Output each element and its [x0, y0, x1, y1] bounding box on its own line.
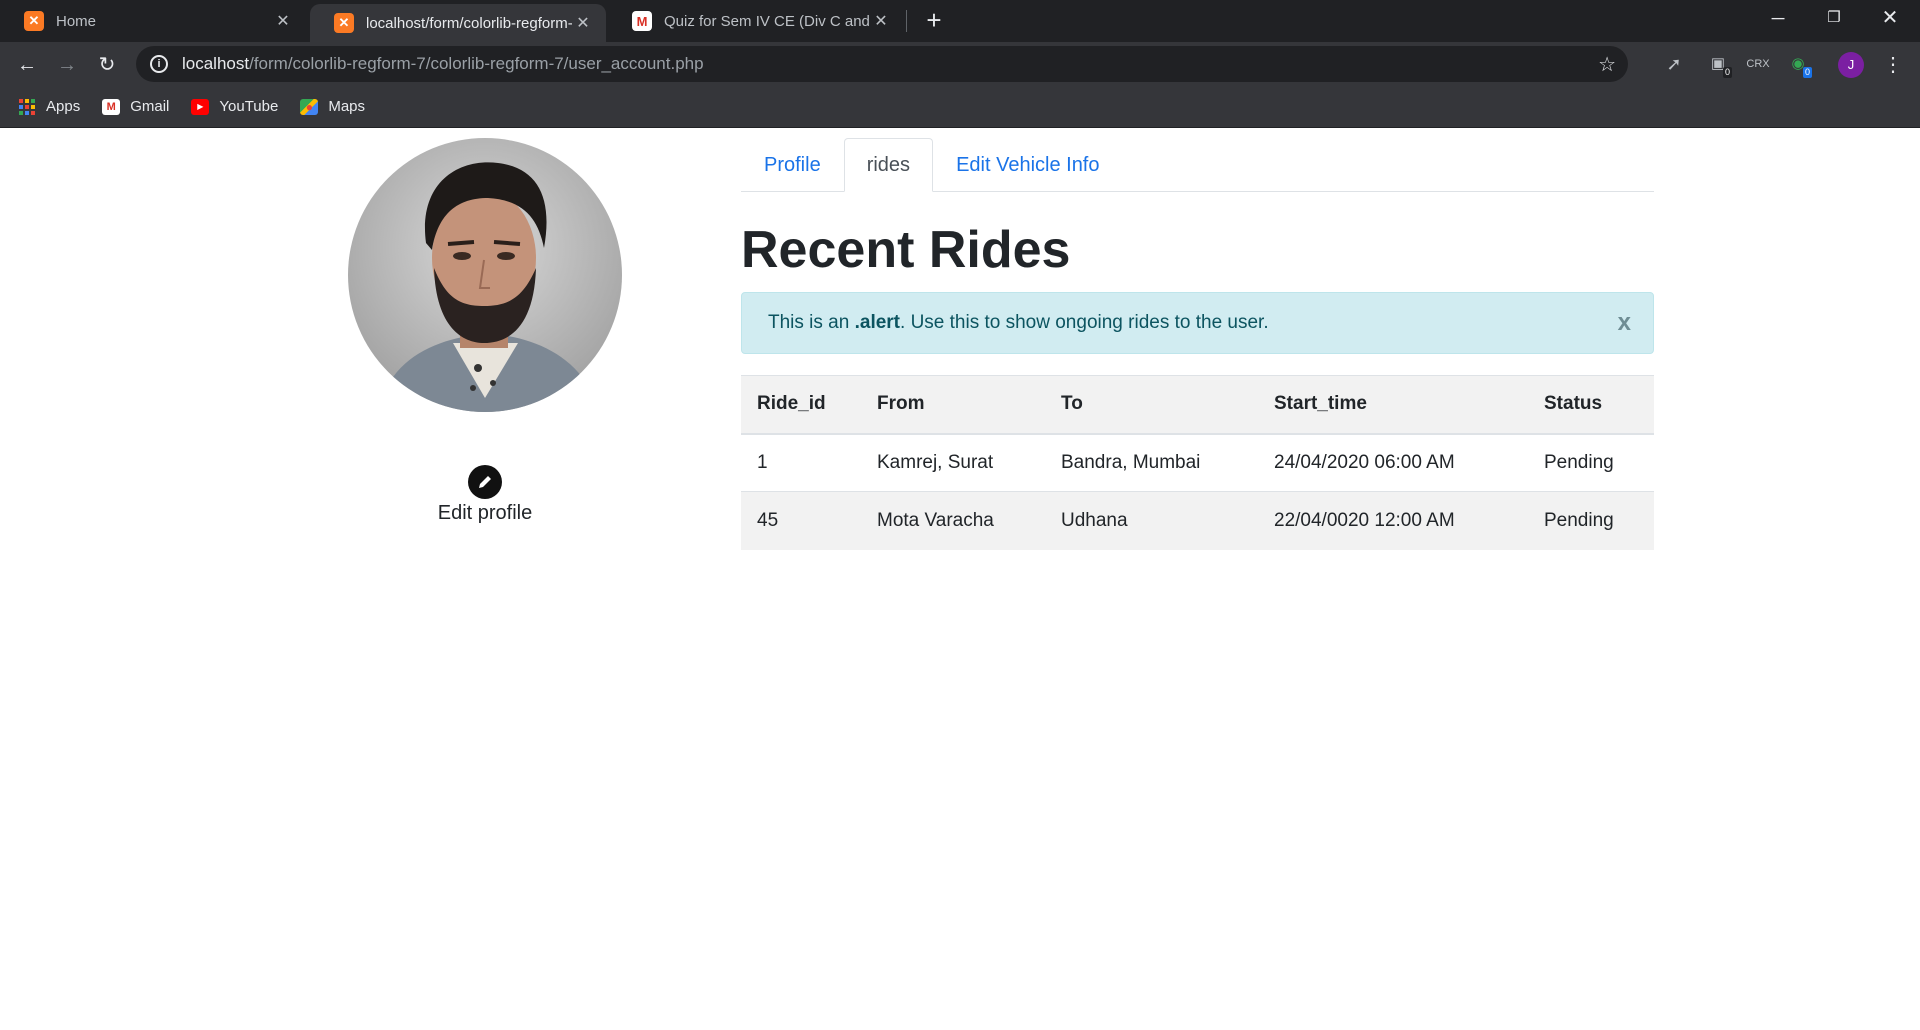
url-host: localhost [182, 54, 250, 73]
alert-text-suffix: . Use this to show ongoing rides to the … [900, 312, 1269, 333]
cell-ride-id: 1 [741, 433, 861, 492]
column-header-ride-id: Ride_id [741, 375, 861, 435]
browser-tab-home[interactable]: ✕ Home ✕ [0, 0, 306, 42]
table-row: 45 Mota Varacha Udhana 22/04/0020 12:00 … [741, 491, 1654, 550]
cell-status: Pending [1528, 433, 1654, 492]
alert-text-prefix: This is an [768, 312, 855, 333]
cell-from: Kamrej, Surat [861, 433, 1045, 492]
gmail-favicon-icon: M [632, 11, 652, 31]
bookmark-label: Apps [46, 98, 81, 115]
pencil-icon[interactable] [468, 465, 502, 499]
crx-extension-icon[interactable]: CRX [1744, 50, 1772, 78]
bookmark-label: Gmail [130, 98, 170, 115]
close-tab-icon[interactable]: ✕ [272, 11, 294, 31]
close-tab-icon[interactable]: ✕ [870, 11, 892, 31]
cell-status: Pending [1528, 491, 1654, 550]
site-info-icon[interactable]: i [150, 55, 168, 73]
cell-ride-id: 45 [741, 491, 861, 550]
edit-profile-link[interactable]: Edit profile [385, 502, 585, 525]
gmail-icon: M [102, 98, 121, 115]
profile-photo [348, 138, 622, 412]
tab-edit-vehicle-info[interactable]: Edit Vehicle Info [933, 138, 1122, 192]
tab-separator [906, 10, 907, 32]
cell-to: Udhana [1045, 491, 1258, 550]
cursor-extension-icon[interactable]: ➚ [1660, 50, 1688, 78]
url-text[interactable]: localhost/form/colorlib-regform-7/colorl… [182, 54, 704, 74]
alert-close-button[interactable]: x [1618, 309, 1631, 337]
crx-label: CRX [1746, 58, 1770, 70]
browser-tab-strip: ✕ Home ✕ ✕ localhost/form/colorlib-regfo… [0, 0, 1920, 42]
bookmark-label: YouTube [219, 98, 279, 115]
bookmark-star-icon[interactable]: ☆ [1598, 52, 1616, 77]
back-icon[interactable]: ← [10, 48, 44, 82]
bookmark-maps[interactable]: ● Maps [300, 98, 365, 115]
extension-icon[interactable]: ▣ 0 [1704, 50, 1732, 78]
bookmark-youtube[interactable]: ▶ YouTube [191, 98, 278, 115]
close-tab-icon[interactable]: ✕ [572, 13, 594, 33]
browser-menu-icon[interactable]: ⋮ [1876, 48, 1910, 82]
ongoing-ride-alert: This is an .alert. Use this to show ongo… [741, 292, 1654, 354]
browser-tab-quiz[interactable]: M Quiz for Sem IV CE (Div C and D) ✕ [608, 0, 904, 42]
bookmark-apps[interactable]: Apps [18, 98, 80, 115]
profile-initial: J [1847, 57, 1855, 72]
minimize-icon[interactable]: ─ [1750, 0, 1806, 36]
bookmark-gmail[interactable]: M Gmail [102, 98, 169, 115]
table-header-row: Ride_id From To Start_time Status [741, 375, 1654, 435]
forward-icon[interactable]: → [50, 48, 84, 82]
reload-icon[interactable]: ↻ [90, 48, 124, 82]
xampp-favicon-icon: ✕ [24, 11, 44, 31]
cell-to: Bandra, Mumbai [1045, 433, 1258, 492]
browser-toolbar: ← → ↻ i localhost/form/colorlib-regform-… [0, 42, 1920, 86]
column-header-from: From [861, 375, 1045, 435]
account-tabs: Profile rides Edit Vehicle Info [741, 138, 1654, 192]
screen-recorder-extension-icon[interactable]: ◉ 0 [1784, 50, 1812, 78]
page-title: Recent Rides [741, 221, 1071, 279]
window-close-icon[interactable]: ✕ [1862, 0, 1918, 36]
bookmark-label: Maps [328, 98, 366, 115]
cell-from: Mota Varacha [861, 491, 1045, 550]
browser-profile-avatar[interactable]: J [1838, 52, 1864, 78]
rides-table: Ride_id From To Start_time Status 1 Kamr… [741, 375, 1654, 550]
tab-rides[interactable]: rides [843, 138, 934, 192]
youtube-icon: ▶ [191, 98, 210, 115]
url-path: /form/colorlib-regform-7/colorlib-regfor… [249, 54, 704, 73]
table-row: 1 Kamrej, Surat Bandra, Mumbai 24/04/202… [741, 433, 1654, 492]
page-content: Edit profile Profile rides Edit Vehicle … [0, 128, 1920, 1030]
tab-title: Quiz for Sem IV CE (Div C and D) [664, 12, 870, 30]
maps-icon: ● [300, 98, 319, 115]
cell-start-time: 22/04/0020 12:00 AM [1258, 491, 1528, 550]
xampp-favicon-icon: ✕ [334, 13, 354, 33]
new-tab-icon[interactable]: + [916, 6, 952, 36]
tab-profile[interactable]: Profile [741, 138, 844, 192]
tab-title: Home [56, 12, 97, 30]
apps-grid-icon [18, 98, 36, 115]
restore-icon[interactable]: ❐ [1806, 0, 1862, 36]
tab-title: localhost/form/colorlib-regform- [366, 14, 572, 32]
extension-badge: 0 [1722, 67, 1732, 78]
column-header-status: Status [1528, 375, 1654, 435]
browser-tab-active[interactable]: ✕ localhost/form/colorlib-regform- ✕ [310, 4, 606, 42]
alert-text-bold: .alert [854, 312, 901, 333]
column-header-start-time: Start_time [1258, 375, 1528, 435]
column-header-to: To [1045, 375, 1258, 435]
cell-start-time: 24/04/2020 06:00 AM [1258, 433, 1528, 492]
address-bar[interactable]: i localhost/form/colorlib-regform-7/colo… [136, 46, 1628, 82]
bookmarks-bar: Apps M Gmail ▶ YouTube ● Maps [0, 86, 1920, 128]
extension-badge: 0 [1802, 67, 1812, 78]
